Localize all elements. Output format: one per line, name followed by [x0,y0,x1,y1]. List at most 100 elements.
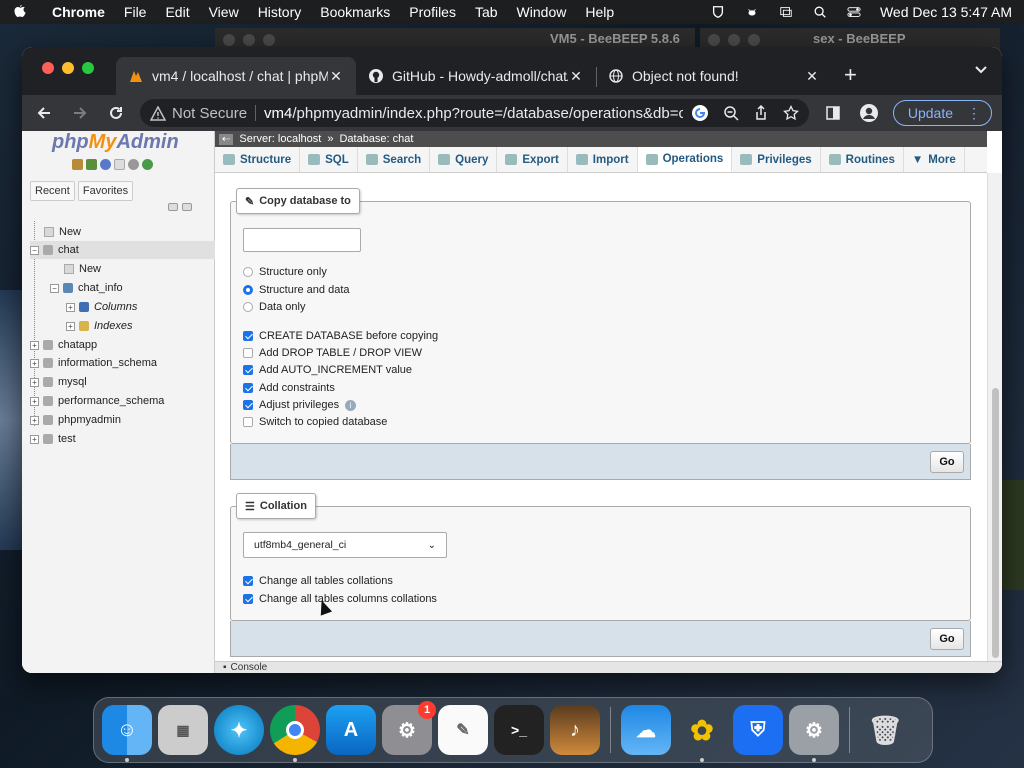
close-tab-icon[interactable]: ✕ [804,68,820,85]
dock-chrome[interactable] [270,705,320,762]
collapse-all-icon[interactable] [168,203,178,211]
apple-icon[interactable] [12,4,28,20]
tab-structure[interactable]: Structure [215,147,301,172]
checkbox[interactable] [243,365,253,375]
url-text[interactable]: vm4/phpmyadmin/index.php?route=/database… [264,105,683,122]
reload-nav-icon[interactable] [142,159,153,170]
tab-object-not-found[interactable]: Object not found! ✕ [596,57,832,95]
dock-terminal[interactable]: >_ [494,705,544,755]
zoom-icon[interactable] [723,105,739,121]
tree-item-columns[interactable]: + Columns [66,298,137,316]
menubar-clock[interactable]: Wed Dec 13 5:47 AM [880,4,1012,20]
checkbox[interactable] [243,383,253,393]
breadcrumb-database[interactable]: Database: chat [339,133,413,145]
check-create-database[interactable]: CREATE DATABASE before copying [243,328,438,344]
dock-finder[interactable]: ☺ [102,705,152,762]
collapse-icon[interactable]: − [50,283,59,293]
side-panel-icon[interactable] [821,101,845,125]
menu-help[interactable]: Help [585,4,614,20]
dock-trash[interactable]: 🗑 [860,705,910,755]
expand-icon[interactable]: + [30,396,39,406]
radio-button[interactable] [243,267,253,277]
tree-item-new-table[interactable]: New [64,260,101,278]
screen-mirroring-icon[interactable] [778,5,794,19]
breadcrumb-server[interactable]: Server: localhost [239,133,321,145]
phpmyadmin-logo[interactable]: phpMyAdmin [52,131,179,154]
dock-app-store[interactable]: A [326,705,376,755]
recent-tab[interactable]: Recent [30,181,75,201]
menu-profiles[interactable]: Profiles [409,4,456,20]
control-center-icon[interactable] [846,5,862,19]
dock-system-settings[interactable]: ⚙ [789,705,839,762]
expand-icon[interactable]: + [66,321,75,331]
collapse-icon[interactable]: − [30,245,39,255]
new-tab-plus-icon[interactable]: + [844,62,857,88]
menu-history[interactable]: History [258,4,302,20]
dock-safari[interactable]: ✦ [214,705,264,755]
copy-database-name-input[interactable] [243,228,361,252]
checkbox[interactable] [243,400,253,410]
reload-icon[interactable] [104,101,128,125]
menu-tab[interactable]: Tab [475,4,498,20]
tab-sql[interactable]: SQL [300,147,358,172]
menu-view[interactable]: View [209,4,239,20]
collation-go-button[interactable]: Go [930,628,964,650]
share-icon[interactable] [753,105,769,121]
dock-bitwarden[interactable]: ⛨ [733,705,783,755]
checkbox[interactable] [243,348,253,358]
tab-routines[interactable]: Routines [821,147,904,172]
logout-icon[interactable] [86,159,97,170]
tab-export[interactable]: Export [497,147,568,172]
check-add-drop-table[interactable]: Add DROP TABLE / DROP VIEW [243,345,422,361]
radio-data-only[interactable]: Data only [243,299,305,315]
radio-button[interactable] [243,302,253,312]
dock-system-preferences[interactable]: ⚙ 1 [382,701,436,755]
radio-structure-and-data[interactable]: Structure and data [243,282,350,298]
expand-icon[interactable]: + [30,358,39,368]
address-bar[interactable]: Not Secure vm4/phpmyadmin/index.php?rout… [140,99,809,127]
tree-item-new-database[interactable]: New [44,223,81,241]
tree-item-indexes[interactable]: + Indexes [66,317,133,335]
dock-textedit[interactable]: ✎ [438,705,488,755]
not-secure-warning-icon[interactable] [150,105,166,121]
dock-weather[interactable]: ☁ [621,705,671,755]
expand-icon[interactable]: + [30,434,39,444]
favorites-tab[interactable]: Favorites [77,181,134,201]
dock-garageband[interactable]: ♪ [550,705,600,755]
check-change-columns-collations[interactable]: Change all tables columns collations [243,591,437,607]
close-tab-icon[interactable]: ✕ [568,68,584,85]
tree-item-chat-info[interactable]: − chat_info [50,279,123,297]
expand-icon[interactable]: + [30,340,39,350]
google-lens-icon[interactable] [691,104,709,122]
tree-item-mysql[interactable]: + mysql [30,373,87,391]
expand-icon[interactable]: + [30,377,39,387]
docs-icon[interactable] [114,159,125,170]
forward-arrow-icon[interactable] [68,101,92,125]
console-bar[interactable]: ▪ Console [215,661,1002,673]
scrollbar-thumb[interactable] [992,388,999,658]
check-change-tables-collations[interactable]: Change all tables collations [243,573,393,589]
tree-item-chat[interactable]: − chat [30,241,215,259]
link-with-main-icon[interactable] [182,203,192,211]
check-add-auto-increment[interactable]: Add AUTO_INCREMENT value [243,362,412,378]
bee-menubar-icon[interactable] [744,5,760,19]
tab-query[interactable]: Query [430,147,498,172]
tab-phpmyadmin[interactable]: vm4 / localhost / chat | phpMyA ✕ [116,57,356,95]
main-scrollbar[interactable] [987,173,1002,673]
security-label[interactable]: Not Secure [172,105,247,122]
menu-window[interactable]: Window [517,4,567,20]
update-chrome-button[interactable]: Update ⋮ [892,100,992,126]
tab-operations[interactable]: Operations [637,147,733,172]
tab-search[interactable]: Search [358,147,431,172]
dock-launchpad[interactable]: ▦ [158,705,208,755]
tree-item-chatapp[interactable]: + chatapp [30,336,97,354]
tree-item-test[interactable]: + test [30,430,76,448]
close-tab-icon[interactable]: ✕ [328,68,344,85]
checkbox[interactable] [243,594,253,604]
collation-select[interactable]: utf8mb4_general_ci ⌄ [243,532,447,558]
expand-icon[interactable]: + [30,415,39,425]
check-adjust-privileges[interactable]: Adjust privileges i [243,397,357,413]
radio-structure-only[interactable]: Structure only [243,264,327,280]
menu-edit[interactable]: Edit [165,4,189,20]
tab-search-chevron-icon[interactable] [974,65,988,75]
